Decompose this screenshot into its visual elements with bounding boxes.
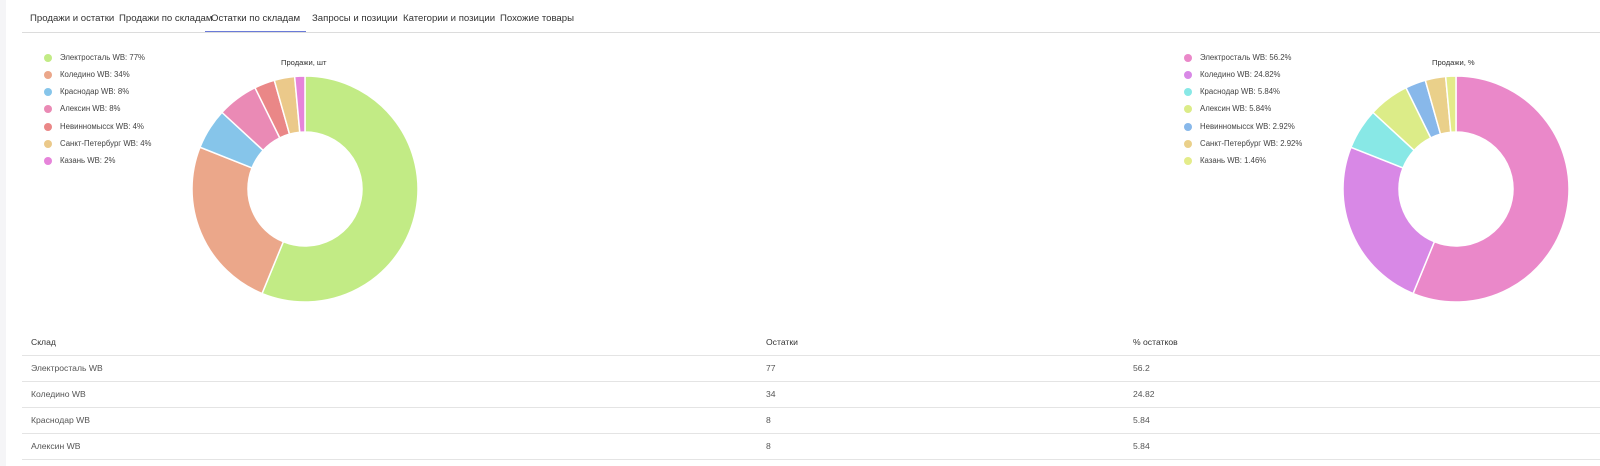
legend-dot	[44, 157, 52, 165]
legend-dot	[44, 88, 52, 96]
stock-table: Склад Остатки % остатков Электросталь WB…	[22, 329, 1600, 460]
column-header-warehouse[interactable]: Склад	[31, 329, 56, 354]
legend-dot	[1184, 105, 1192, 113]
tab-sales-by-warehouse[interactable]: Продажи по складам	[119, 13, 213, 32]
column-header-stock[interactable]: Остатки	[766, 329, 798, 354]
left-rail	[0, 0, 6, 466]
legend-dot	[44, 105, 52, 113]
tab-bar: Продажи и остатки Продажи по складам Ост…	[22, 0, 1600, 33]
legend-dot	[44, 140, 52, 148]
cell-stock-percent: 5.84	[1133, 415, 1150, 425]
cell-stock-percent: 56.2	[1133, 363, 1150, 373]
legend-label: Алексин WB: 8%	[60, 104, 121, 113]
legend-label: Санкт-Петербург WB: 4%	[60, 139, 152, 148]
legend-label: Коледино WB: 24.82%	[1200, 70, 1281, 79]
legend-label: Коледино WB: 34%	[60, 70, 130, 79]
tab-stock-by-warehouse[interactable]: Остатки по складам	[205, 13, 307, 32]
table-row[interactable]: Коледино WB 34 24.82	[22, 382, 1600, 408]
cell-stock: 77	[766, 363, 776, 373]
legend-dot	[1184, 140, 1192, 148]
legend-dot	[44, 71, 52, 79]
cell-stock-percent: 24.82	[1133, 389, 1155, 399]
legend-label: Казань WB: 1.46%	[1200, 156, 1267, 165]
legend-label: Санкт-Петербург WB: 2.92%	[1200, 139, 1303, 148]
cell-warehouse: Коледино WB	[31, 389, 86, 399]
legend-dot	[1184, 54, 1192, 62]
legend-dot	[1184, 88, 1192, 96]
legend-dot	[1184, 71, 1192, 79]
legend-label: Электросталь WB: 56.2%	[1200, 53, 1292, 62]
legend-label: Невинномысск WB: 4%	[60, 122, 144, 131]
legend-label: Электросталь WB: 77%	[60, 53, 145, 62]
legend-dot	[44, 54, 52, 62]
cell-stock: 8	[766, 415, 771, 425]
cell-warehouse: Электросталь WB	[31, 363, 103, 373]
tab-similar-products[interactable]: Похожие товары	[500, 13, 574, 32]
cell-stock-percent: 5.84	[1133, 441, 1150, 451]
cell-stock: 8	[766, 441, 771, 451]
cell-warehouse: Алексин WB	[31, 441, 81, 451]
tab-sales-and-stock[interactable]: Продажи и остатки	[30, 13, 114, 32]
cell-stock: 34	[766, 389, 776, 399]
table-row[interactable]: Краснодар WB 8 5.84	[22, 408, 1600, 434]
legend-label: Краснодар WB: 8%	[60, 87, 130, 96]
legend-label: Казань WB: 2%	[60, 156, 116, 165]
donut-slice-2[interactable]	[1342, 146, 1436, 295]
table-row[interactable]: Алексин WB 8 5.84	[22, 434, 1600, 460]
legend-dot	[1184, 123, 1192, 131]
table-header-row: Склад Остатки % остатков	[22, 329, 1600, 356]
table-row[interactable]: Электросталь WB 77 56.2	[22, 356, 1600, 382]
left-donut-chart	[191, 75, 419, 303]
left-chart-title: Продажи, шт	[281, 58, 327, 67]
legend-label: Краснодар WB: 5.84%	[1200, 87, 1280, 96]
column-header-stock-percent[interactable]: % остатков	[1133, 329, 1178, 354]
right-donut-chart	[1342, 75, 1570, 303]
right-chart-title: Продажи, %	[1432, 58, 1475, 67]
legend-label: Алексин WB: 5.84%	[1200, 104, 1272, 113]
donut-slice-2[interactable]	[191, 146, 285, 295]
legend-dot	[1184, 157, 1192, 165]
legend-label: Невинномысск WB: 2.92%	[1200, 122, 1295, 131]
cell-warehouse: Краснодар WB	[31, 415, 91, 425]
tab-categories-and-positions[interactable]: Категории и позиции	[403, 13, 495, 32]
legend-dot	[44, 123, 52, 131]
tab-queries-and-positions[interactable]: Запросы и позиции	[312, 13, 398, 32]
